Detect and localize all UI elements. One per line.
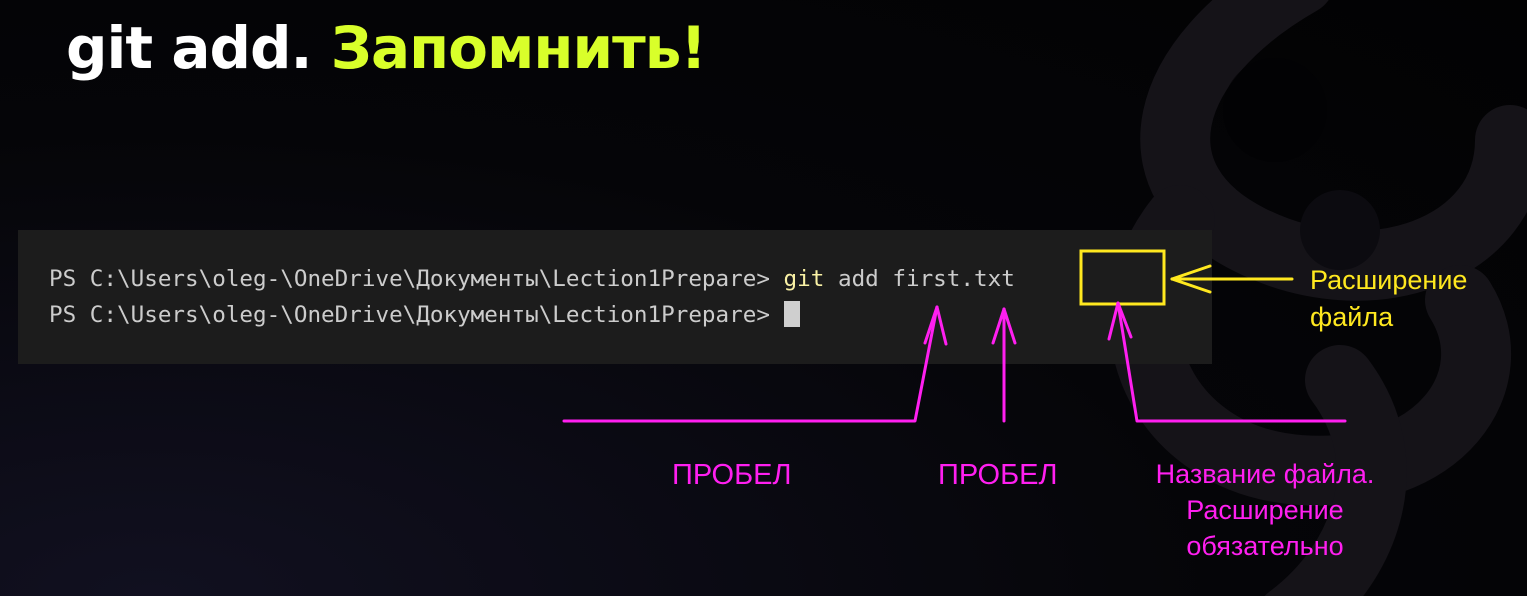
- extension-arrow: [1170, 264, 1294, 294]
- label-space-1: ПРОБЕЛ: [672, 459, 792, 491]
- space-arrow-1: [562, 305, 939, 423]
- extension-highlight-box: [1079, 249, 1166, 306]
- label-filename-line-1: Название файла.: [1155, 459, 1375, 489]
- label-extension-line-2: файла: [1310, 302, 1394, 332]
- label-extension-line-1: Расширение: [1310, 265, 1468, 295]
- label-filename-line-2: Расширение: [1186, 495, 1344, 525]
- label-filename-line-3: обязательно: [1186, 531, 1344, 561]
- label-space-2: ПРОБЕЛ: [938, 459, 1058, 491]
- label-filename-note: Название файла. Расширение обязательно: [1120, 456, 1410, 564]
- label-extension-note: Расширение файла: [1310, 262, 1467, 336]
